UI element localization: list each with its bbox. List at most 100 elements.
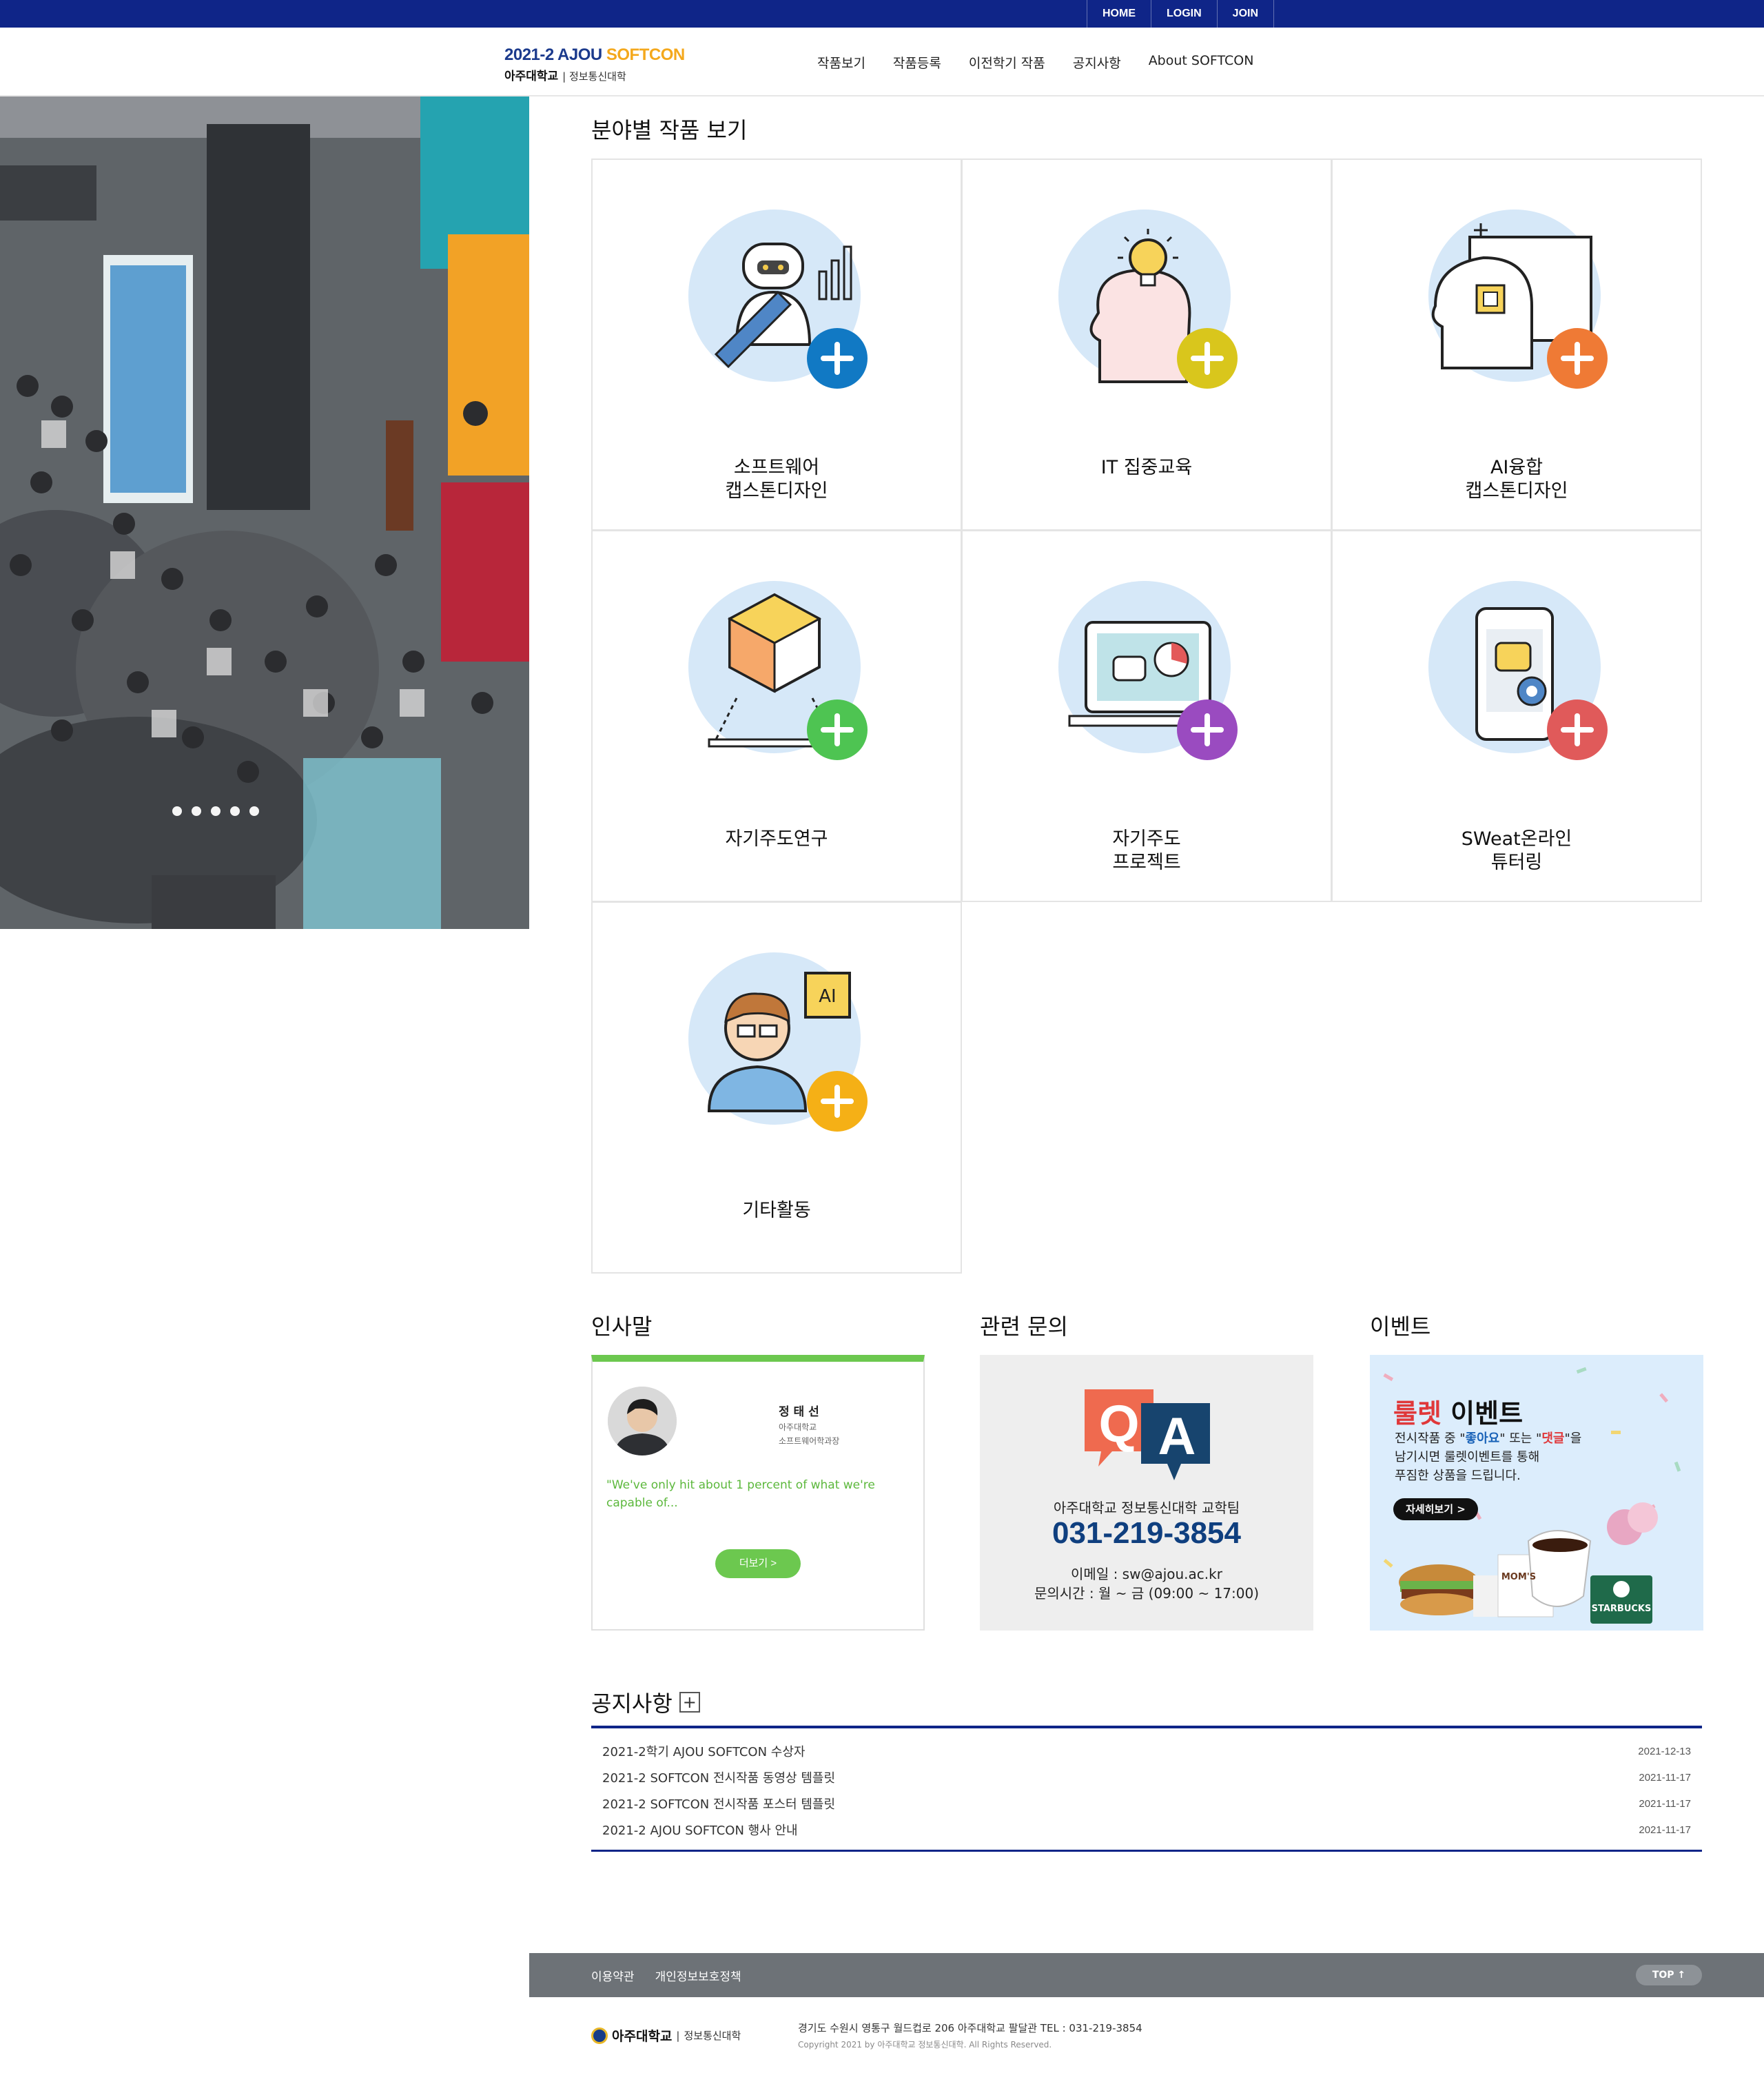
site-header: 2021-2 AJOU SOFTCON 아주대학교 | 정보통신대학 작품보기 … bbox=[0, 28, 1764, 96]
inquiry-hours: 문의시간 : 월 ~ 금 (09:00 ~ 17:00) bbox=[1034, 1585, 1260, 1602]
notice-item-title[interactable]: 2021-2 SOFTCON 전시작품 포스터 템플릿 bbox=[602, 1795, 835, 1812]
category-it-intensive[interactable]: IT 집중교육 bbox=[961, 159, 1332, 531]
category-ai-capstone[interactable]: AI융합 캡스톤디자인 bbox=[1331, 159, 1702, 531]
inquiry-phone: 031-219-3854 bbox=[1052, 1516, 1241, 1550]
category-self-research[interactable]: 자기주도연구 bbox=[591, 530, 962, 902]
person-photo bbox=[608, 1387, 677, 1455]
category-label: SWeat온라인 튜터링 bbox=[1461, 828, 1572, 873]
back-to-top-button[interactable]: TOP ↑ bbox=[1636, 1965, 1702, 1985]
privacy-policy-link[interactable]: 개인정보보호정책 bbox=[655, 1967, 741, 1984]
category-other-activities[interactable]: AI 기타활동 bbox=[591, 901, 962, 1274]
university-emblem-icon bbox=[591, 2027, 608, 2044]
category-label: 자기주도연구 bbox=[725, 828, 828, 850]
greeting-quote: "We've only hit about 1 percent of what … bbox=[606, 1478, 875, 1510]
join-link[interactable]: JOIN bbox=[1216, 0, 1275, 28]
slider-dot[interactable] bbox=[211, 806, 220, 816]
list-item[interactable]: 2021-2 SOFTCON 전시작품 동영상 템플릿 2021-11-17 bbox=[591, 1764, 1702, 1790]
category-label: 자기주도 프로젝트 bbox=[1112, 828, 1181, 873]
event-desc-part: "을 bbox=[1564, 1431, 1582, 1446]
event-comment-word: 댓글 bbox=[1541, 1431, 1565, 1446]
hero-slider-image bbox=[0, 96, 529, 929]
qa-bubble-icon: Q A bbox=[1085, 1389, 1210, 1480]
event-headline-red: 룰렛 bbox=[1393, 1398, 1442, 1429]
event-banner[interactable]: MOM'S STARBUCKS 룰렛 이벤트 전시작품 중 "좋아요" 또는 "… bbox=[1370, 1355, 1703, 1631]
robot-wrench-icon bbox=[688, 210, 868, 389]
greeting-position: 소프트웨어학과장 bbox=[779, 1436, 840, 1446]
utility-bar: HOME LOGIN JOIN bbox=[0, 0, 1764, 28]
nav-previous-works[interactable]: 이전학기 작품 bbox=[969, 53, 1045, 72]
home-link[interactable]: HOME bbox=[1087, 0, 1151, 28]
greeting-title: 인사말 bbox=[591, 1314, 653, 1340]
category-self-project[interactable]: 자기주도 프로젝트 bbox=[961, 530, 1332, 902]
svg-text:Q: Q bbox=[1098, 1395, 1139, 1453]
event-headline-black: 이벤트 bbox=[1450, 1398, 1524, 1429]
event-like-word: 좋아요 bbox=[1465, 1431, 1500, 1446]
nav-notice[interactable]: 공지사항 bbox=[1073, 53, 1121, 72]
svg-text:A: A bbox=[1158, 1407, 1196, 1466]
greeting-box: 정 태 선 아주대학교 소프트웨어학과장 "We've only hit abo… bbox=[591, 1355, 925, 1631]
logo-softcon: SOFTCON bbox=[606, 45, 685, 64]
greeting-more-button[interactable]: 더보기 > bbox=[715, 1549, 801, 1578]
notice-item-date: 2021-12-13 bbox=[1638, 1745, 1691, 1757]
event-desc-part: " 또는 " bbox=[1499, 1431, 1542, 1446]
laptop-robot-icon bbox=[1058, 581, 1238, 760]
notice-section: 공지사항 + 2021-2학기 AJOU SOFTCON 수상자 2021-12… bbox=[591, 1688, 1702, 1852]
category-label: IT 집중교육 bbox=[1100, 457, 1193, 478]
notice-item-title[interactable]: 2021-2학기 AJOU SOFTCON 수상자 bbox=[602, 1742, 805, 1760]
notice-item-date: 2021-11-17 bbox=[1639, 1797, 1691, 1810]
notice-item-title[interactable]: 2021-2 SOFTCON 전시작품 동영상 템플릿 bbox=[602, 1768, 835, 1786]
svg-text:AI: AI bbox=[819, 986, 836, 1007]
list-item[interactable]: 2021-2 AJOU SOFTCON 행사 안내 2021-11-17 bbox=[591, 1817, 1702, 1843]
logo-university: 아주대학교 bbox=[504, 70, 559, 83]
category-label: 소프트웨어 캡스톤디자인 bbox=[725, 457, 828, 502]
category-software-capstone[interactable]: 소프트웨어 캡스톤디자인 bbox=[591, 159, 962, 531]
nav-about[interactable]: About SOFTCON bbox=[1149, 53, 1254, 72]
nav-register-works[interactable]: 작품등록 bbox=[893, 53, 941, 72]
category-label: AI융합 캡스톤디자인 bbox=[1465, 457, 1568, 502]
greeting-name: 정 태 선 bbox=[779, 1405, 819, 1419]
footer-logo: 아주대학교 | 정보통신대학 bbox=[591, 2026, 741, 2045]
site-logo[interactable]: 2021-2 AJOU SOFTCON 아주대학교 | 정보통신대학 bbox=[504, 45, 685, 83]
inquiry-team: 아주대학교 정보통신대학 교학팀 bbox=[1053, 1500, 1240, 1516]
footer-copyright: Copyright 2021 by 아주대학교 정보통신대학. All Righ… bbox=[798, 2040, 1052, 2050]
inquiry-title: 관련 문의 bbox=[980, 1314, 1068, 1340]
event-detail-button[interactable]: 자세히보기 > bbox=[1393, 1498, 1478, 1520]
slider-dot[interactable] bbox=[230, 806, 240, 816]
event-desc-part: 전시작품 중 " bbox=[1395, 1431, 1466, 1446]
terms-link[interactable]: 이용약관 bbox=[591, 1967, 635, 1984]
footer-logo-sub: 정보통신대학 bbox=[684, 2030, 741, 2042]
cube-hologram-icon bbox=[688, 581, 868, 760]
prize-box-label: MOM'S bbox=[1501, 1572, 1536, 1582]
notice-item-title[interactable]: 2021-2 AJOU SOFTCON 행사 안내 bbox=[602, 1821, 798, 1839]
greeting-affiliation: 아주대학교 bbox=[779, 1422, 817, 1432]
footer-address: 경기도 수원시 영통구 월드컵로 206 아주대학교 팔달관 TEL : 031… bbox=[798, 2022, 1142, 2034]
footer-logo-main: 아주대학교 bbox=[612, 2029, 673, 2044]
head-lightbulb-icon bbox=[1058, 210, 1238, 389]
event-description: 전시작품 중 "좋아요" 또는 "댓글"을 남기시면 룰렛이벤트를 통해 푸짐한… bbox=[1395, 1429, 1657, 1485]
nav-view-works[interactable]: 작품보기 bbox=[817, 53, 865, 72]
categories-title: 분야별 작품 보기 bbox=[591, 117, 748, 143]
slider-dots bbox=[172, 806, 259, 816]
main-nav: 작품보기 작품등록 이전학기 작품 공지사항 About SOFTCON bbox=[817, 53, 1253, 72]
footer-bar: 이용약관 개인정보보호정책 TOP ↑ bbox=[529, 1953, 1764, 1997]
notice-item-date: 2021-11-17 bbox=[1639, 1824, 1691, 1836]
slider-dot[interactable] bbox=[192, 806, 201, 816]
slider-dot[interactable] bbox=[172, 806, 182, 816]
person-ai-chip-icon: AI bbox=[688, 952, 868, 1132]
notice-list: 2021-2학기 AJOU SOFTCON 수상자 2021-12-13 202… bbox=[591, 1726, 1702, 1852]
ai-head-monitor-icon bbox=[1428, 210, 1608, 389]
login-link[interactable]: LOGIN bbox=[1151, 0, 1217, 28]
slider-dot[interactable] bbox=[249, 806, 259, 816]
event-desc-line: 푸짐한 상품을 드립니다. bbox=[1395, 1469, 1521, 1483]
inquiry-box: Q A 아주대학교 정보통신대학 교학팀 031-219-3854 이메일 : … bbox=[980, 1355, 1313, 1631]
event-desc-line: 남기시면 룰렛이벤트를 통해 bbox=[1395, 1450, 1540, 1464]
avatar bbox=[608, 1387, 677, 1455]
exhibition-photo bbox=[0, 96, 529, 929]
notice-more-icon[interactable]: + bbox=[679, 1692, 700, 1713]
list-item[interactable]: 2021-2 SOFTCON 전시작품 포스터 템플릿 2021-11-17 bbox=[591, 1790, 1702, 1817]
notice-item-date: 2021-11-17 bbox=[1639, 1771, 1691, 1784]
list-item[interactable]: 2021-2학기 AJOU SOFTCON 수상자 2021-12-13 bbox=[591, 1738, 1702, 1764]
footer-info: 아주대학교 | 정보통신대학 경기도 수원시 영통구 월드컵로 206 아주대학… bbox=[591, 2012, 1702, 2067]
category-sweat-tutoring[interactable]: SWeat온라인 튜터링 bbox=[1331, 530, 1702, 902]
notice-title: 공지사항 bbox=[591, 1690, 673, 1717]
